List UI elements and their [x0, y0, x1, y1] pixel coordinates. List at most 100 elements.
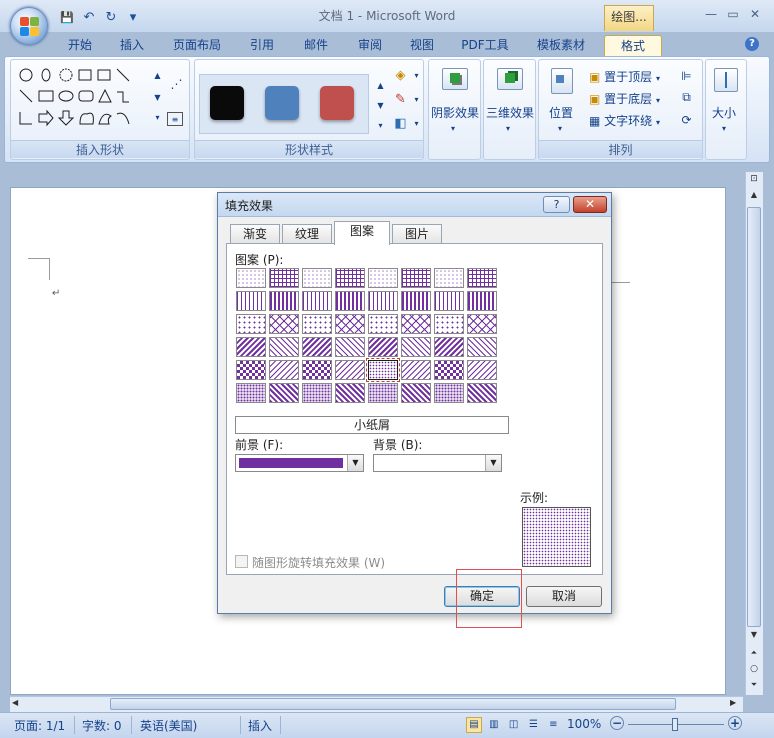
outline-view-icon[interactable]: ☰ — [525, 719, 541, 735]
gallery-down-icon[interactable]: ▼ — [148, 88, 167, 107]
maximize-button[interactable]: ▭ — [722, 6, 744, 22]
zoom-level[interactable]: 100% — [567, 717, 601, 731]
tab-view[interactable]: 视图 — [402, 35, 442, 56]
styles-up-icon[interactable]: ▲ — [371, 76, 390, 95]
pattern-swatch[interactable] — [269, 268, 299, 288]
pattern-swatch[interactable] — [335, 291, 365, 311]
tab-picture[interactable]: 图片 — [392, 224, 442, 244]
bring-to-front-button[interactable]: ▣ 置于顶层 ▾ — [589, 68, 660, 85]
pattern-swatch[interactable] — [434, 360, 464, 380]
pattern-swatch[interactable] — [269, 314, 299, 334]
pattern-swatch[interactable] — [467, 360, 497, 380]
pattern-swatch[interactable] — [335, 383, 365, 403]
pattern-swatch[interactable] — [236, 268, 266, 288]
gallery-more-icon[interactable]: ▾ — [148, 108, 167, 127]
scroll-down-icon[interactable]: ▼ — [747, 630, 761, 644]
style-swatch-red[interactable] — [320, 86, 354, 120]
minimize-button[interactable]: — — [700, 6, 722, 22]
pattern-swatch[interactable] — [368, 337, 398, 357]
scroll-left-icon[interactable]: ◀ — [12, 698, 24, 710]
pattern-swatch[interactable] — [236, 314, 266, 334]
background-color-select[interactable]: ▼ — [373, 454, 502, 472]
pattern-swatch[interactable] — [434, 383, 464, 403]
text-wrap-button[interactable]: ▦ 文字环绕 ▾ — [589, 112, 660, 129]
style-swatch-blue[interactable] — [265, 86, 299, 120]
pattern-swatch[interactable] — [401, 291, 431, 311]
pattern-swatch[interactable] — [368, 291, 398, 311]
next-page-icon[interactable]: ⏷ — [747, 680, 761, 694]
draft-view-icon[interactable]: ≡ — [545, 719, 561, 735]
scroll-right-icon[interactable]: ▶ — [730, 698, 742, 710]
pattern-swatch[interactable] — [368, 314, 398, 334]
pattern-swatch[interactable] — [302, 291, 332, 311]
previous-page-icon[interactable]: ⏶ — [747, 648, 761, 662]
insert-mode-indicator[interactable]: 插入 — [248, 717, 272, 734]
tab-home[interactable]: 开始 — [60, 35, 100, 56]
tab-pdf-tools[interactable]: PDF工具 — [456, 35, 514, 56]
pattern-swatch[interactable] — [467, 268, 497, 288]
align-icon[interactable]: ⊫ — [677, 66, 696, 85]
rotate-icon[interactable]: ⟳ — [677, 110, 696, 129]
pattern-swatch[interactable] — [401, 268, 431, 288]
tab-gradient[interactable]: 渐变 — [230, 224, 280, 244]
vertical-scroll-thumb[interactable] — [747, 207, 761, 627]
pattern-swatch[interactable] — [335, 268, 365, 288]
pattern-swatch-selected[interactable] — [366, 358, 400, 382]
horizontal-scroll-thumb[interactable] — [110, 698, 676, 710]
language-indicator[interactable]: 英语(美国) — [140, 717, 197, 734]
pattern-swatch[interactable] — [467, 383, 497, 403]
pattern-swatch[interactable] — [434, 337, 464, 357]
pattern-swatch[interactable] — [302, 337, 332, 357]
ruler-toggle-icon[interactable]: ⊡ — [747, 174, 761, 186]
pattern-swatch[interactable] — [236, 383, 266, 403]
tab-insert[interactable]: 插入 — [112, 35, 152, 56]
pattern-swatch[interactable] — [269, 383, 299, 403]
tab-texture[interactable]: 纹理 — [282, 224, 332, 244]
edit-shape-icon[interactable]: ⋰ — [167, 74, 186, 93]
pattern-swatch[interactable] — [269, 360, 299, 380]
pattern-swatch[interactable] — [434, 291, 464, 311]
tab-format[interactable]: 格式 — [604, 35, 662, 56]
group-size[interactable]: 大小 ▾ — [705, 59, 747, 160]
pattern-swatch[interactable] — [401, 360, 431, 380]
foreground-color-select[interactable]: ▼ — [235, 454, 364, 472]
pattern-swatch[interactable] — [401, 314, 431, 334]
tab-pattern[interactable]: 图案 — [334, 221, 390, 245]
tab-references[interactable]: 引用 — [242, 35, 282, 56]
cancel-button[interactable]: 取消 — [526, 586, 602, 607]
tab-review[interactable]: 审阅 — [350, 35, 390, 56]
word-count[interactable]: 字数: 0 — [82, 717, 122, 734]
pattern-swatch[interactable] — [401, 337, 431, 357]
rotate-with-shape-checkbox[interactable] — [235, 555, 248, 568]
zoom-slider-thumb[interactable] — [672, 718, 678, 731]
group-shadow-effects[interactable]: 阴影效果 ▾ — [428, 59, 481, 160]
office-button[interactable] — [10, 7, 48, 45]
pattern-swatch[interactable] — [302, 268, 332, 288]
position-icon[interactable] — [551, 68, 573, 94]
zoom-in-icon[interactable]: + — [728, 716, 742, 730]
pattern-swatch[interactable] — [335, 360, 365, 380]
send-to-back-button[interactable]: ▣ 置于底层 ▾ — [589, 90, 660, 107]
page-count[interactable]: 页面: 1/1 — [14, 717, 65, 734]
print-layout-icon[interactable]: ▤ — [466, 717, 482, 733]
tab-templates[interactable]: 模板素材 — [530, 35, 592, 56]
pattern-swatch[interactable] — [434, 314, 464, 334]
text-box-icon[interactable]: ≡ — [167, 112, 183, 126]
close-window-button[interactable]: ✕ — [744, 6, 766, 22]
pattern-swatch[interactable] — [368, 268, 398, 288]
help-icon[interactable]: ? — [745, 37, 759, 51]
pattern-swatch[interactable] — [269, 291, 299, 311]
browse-object-icon[interactable]: ○ — [747, 664, 761, 678]
group-objects-icon[interactable]: ⧉ — [677, 88, 696, 107]
pattern-swatch[interactable] — [302, 383, 332, 403]
pattern-swatch[interactable] — [434, 268, 464, 288]
scroll-up-icon[interactable]: ▲ — [747, 190, 761, 204]
gallery-up-icon[interactable]: ▲ — [148, 66, 167, 85]
pattern-swatch[interactable] — [269, 337, 299, 357]
pattern-swatch[interactable] — [335, 337, 365, 357]
tab-mailings[interactable]: 邮件 — [296, 35, 336, 56]
pattern-swatch[interactable] — [236, 337, 266, 357]
styles-down-icon[interactable]: ▼ — [371, 96, 390, 115]
pattern-swatch[interactable] — [401, 383, 431, 403]
pattern-swatch[interactable] — [236, 291, 266, 311]
